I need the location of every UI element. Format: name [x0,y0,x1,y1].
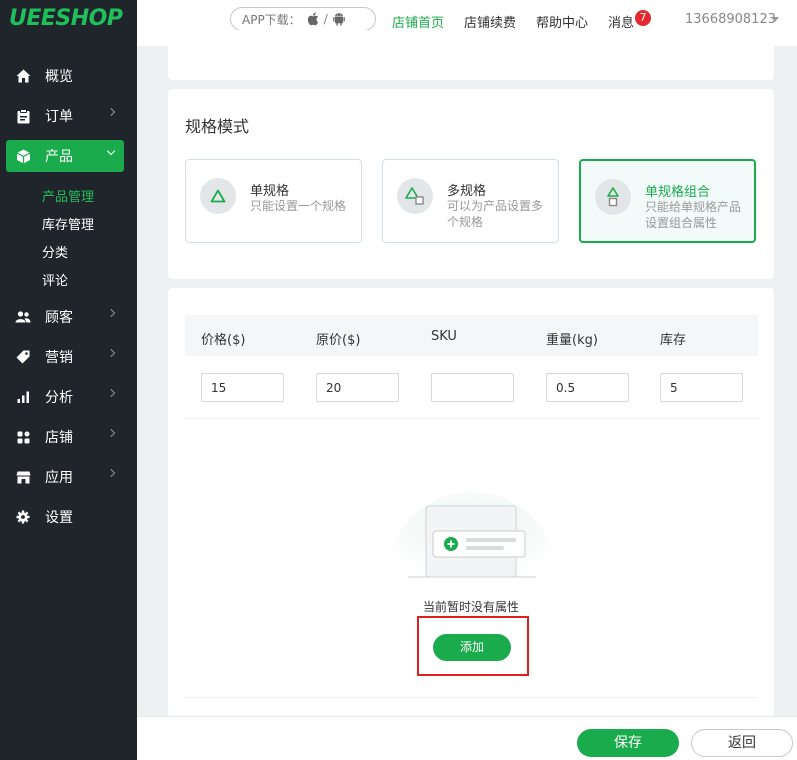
spec-option-title: 单规格组合 [645,185,711,200]
chevron-right-icon [106,388,116,398]
sidebar-item-label: 设置 [45,510,73,526]
back-button[interactable]: 返回 [691,729,793,757]
empty-state-illustration [386,463,558,593]
chevron-right-icon [106,468,116,478]
price-input[interactable] [201,373,284,402]
chevron-right-icon [106,107,116,117]
previous-section-card [168,30,774,80]
nav-store-home[interactable]: 店铺首页 [392,12,444,31]
clipboard-icon [15,108,31,124]
home-icon [15,68,31,84]
sidebar-item-label: 产品 [45,149,73,165]
header-weight: 重量(kg) [546,333,598,348]
caret-down-icon[interactable] [771,17,779,22]
apple-icon[interactable] [307,12,319,26]
sidebar-item-settings[interactable]: 设置 [6,501,124,533]
spec-detail-card: 价格($) 原价($) SKU 重量(kg) 库存 当前暂时没有属性 添加 [168,288,774,728]
spec-mode-title: 规格模式 [185,117,250,136]
spec-option-desc: 只能给单规格产品设置组合属性 [645,200,742,230]
box-icon [15,148,31,164]
original-price-input[interactable] [316,373,399,402]
nav-help-center[interactable]: 帮助中心 [536,12,588,31]
app-download-label: APP下载： [242,12,301,27]
chevron-down-icon [106,146,116,156]
chevron-right-icon [106,308,116,318]
sidebar-item-customers[interactable]: 顾客 [6,301,124,333]
spec-option-title: 单规格 [250,184,290,199]
sidebar-item-label: 分析 [45,390,73,406]
stock-input[interactable] [660,373,743,402]
sidebar: UEESHOP 概览 订单 产品 产品管理 库存管理 分类 评论 顾客 营销 分… [0,0,137,760]
nav-store-renewal[interactable]: 店铺续费 [464,12,516,31]
multi-spec-icon [397,178,433,214]
android-icon[interactable] [332,12,345,26]
sidebar-item-label: 店铺 [45,430,73,446]
sidebar-item-orders[interactable]: 订单 [6,100,124,132]
spec-option-multi[interactable]: 多规格 可以为产品设置多个规格 [382,159,559,243]
users-icon [15,309,31,325]
message-count-badge: 7 [635,10,651,26]
sidebar-subitem-category[interactable]: 分类 [42,242,68,261]
sidebar-subitem-product-management[interactable]: 产品管理 [42,186,94,205]
table-row [185,356,758,419]
sidebar-item-overview[interactable]: 概览 [6,60,124,92]
sidebar-item-label: 应用 [45,470,73,486]
grid-icon [15,429,31,445]
sidebar-item-label: 订单 [45,109,73,125]
add-attribute-button[interactable]: 添加 [433,634,511,661]
sidebar-subitem-inventory[interactable]: 库存管理 [42,214,94,233]
spec-option-desc: 只能设置一个规格 [250,199,347,213]
footer-bar: 保存 返回 [137,716,797,760]
user-account[interactable]: 13668908123 [685,12,776,27]
sidebar-item-label: 营销 [45,350,73,366]
ueeshop-logo[interactable]: UEESHOP [9,6,123,31]
sidebar-item-products[interactable]: 产品 [6,140,124,172]
header-stock: 库存 [660,333,687,348]
nav-messages[interactable]: 消息 [608,12,634,31]
header-original-price: 原价($) [316,333,361,348]
sidebar-subitem-reviews[interactable]: 评论 [42,270,68,289]
header-sku: SKU [431,329,457,344]
empty-state-text: 当前暂时没有属性 [422,600,519,614]
app-download-separator: / [323,12,328,26]
sidebar-item-store[interactable]: 店铺 [6,421,124,453]
spec-option-single[interactable]: 单规格 只能设置一个规格 [185,159,362,243]
tag-icon [15,349,31,365]
triangle-icon [200,178,236,214]
save-button[interactable]: 保存 [577,729,679,757]
spec-option-desc: 可以为产品设置多个规格 [447,199,544,229]
sidebar-item-apps[interactable]: 应用 [6,461,124,493]
table-header: 价格($) 原价($) SKU 重量(kg) 库存 [185,315,758,356]
gear-icon [15,509,31,525]
app-download: APP下载： / [230,7,376,31]
bar-chart-icon [15,389,31,405]
header-price: 价格($) [201,333,246,348]
combo-spec-icon [595,179,631,215]
spec-option-title: 多规格 [447,184,487,199]
store-icon [15,469,31,485]
chevron-right-icon [106,428,116,438]
sidebar-item-label: 顾客 [45,310,73,326]
spec-option-combo[interactable]: 单规格组合 只能给单规格产品设置组合属性 [579,159,756,243]
divider [185,697,758,698]
sidebar-item-marketing[interactable]: 营销 [6,341,124,373]
spec-mode-card: 规格模式 单规格 只能设置一个规格 多规格 可以为产品设置多个规格 单规格组合 … [168,89,774,279]
sidebar-item-analytics[interactable]: 分析 [6,381,124,413]
chevron-right-icon [106,348,116,358]
weight-input[interactable] [546,373,629,402]
sku-input[interactable] [431,373,514,402]
sidebar-item-label: 概览 [45,69,73,85]
